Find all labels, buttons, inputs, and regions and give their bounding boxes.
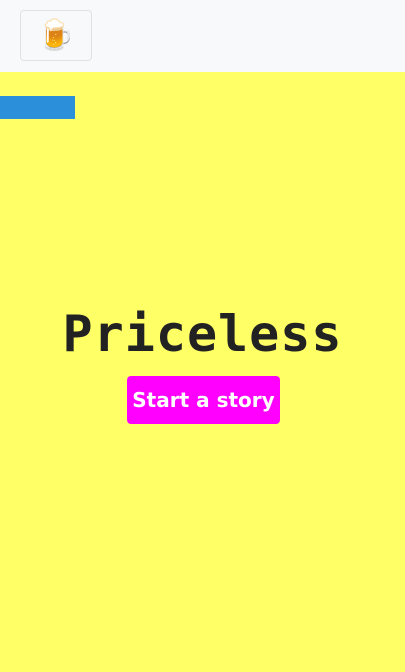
main-content: Priceless Bars Start a story xyxy=(0,72,405,672)
beer-mug-icon: 🍺 xyxy=(37,17,75,53)
start-story-button[interactable]: Start a story xyxy=(127,376,280,424)
progress-bar xyxy=(0,96,405,119)
progress-fill xyxy=(0,96,75,119)
menu-button[interactable]: 🍺 xyxy=(20,10,92,61)
top-bar: 🍺 xyxy=(0,0,405,72)
